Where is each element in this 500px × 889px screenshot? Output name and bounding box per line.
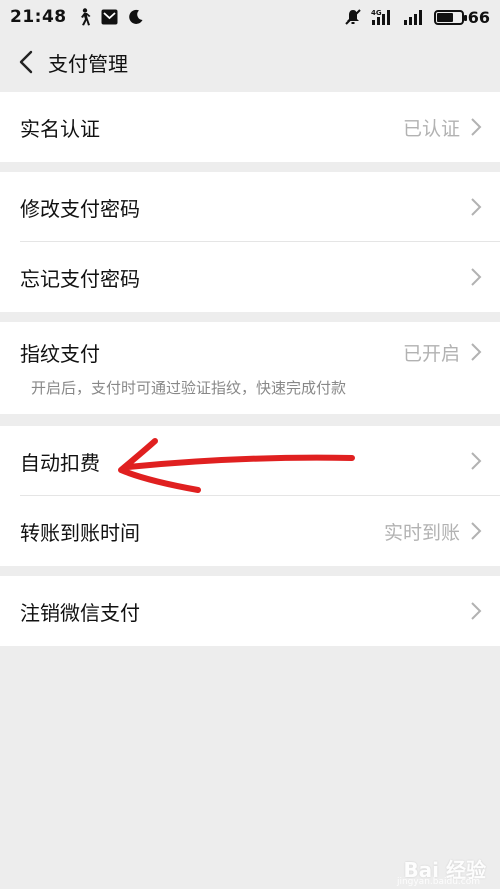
signal-icon (402, 8, 426, 26)
chevron-right-icon (471, 118, 482, 136)
chevron-right-icon (471, 602, 482, 620)
back-button[interactable] (14, 47, 38, 77)
signal-4g-icon: 4G (370, 8, 394, 26)
settings-group-auto: 自动扣费 转账到账时间 实时到账 (0, 426, 500, 566)
chevron-right-icon (471, 343, 482, 361)
status-left: 21:48 (10, 7, 145, 27)
chevron-left-icon (19, 50, 33, 74)
mute-icon (344, 8, 362, 26)
battery-percent: 66 (467, 7, 490, 27)
settings-group-fingerprint: 指纹支付 已开启 开启后，支付时可通过验证指纹，快速完成付款 (0, 322, 500, 414)
row-change-pay-password[interactable]: 修改支付密码 (0, 172, 500, 242)
row-label: 修改支付密码 (20, 196, 140, 221)
settings-group-realname: 实名认证 已认证 (0, 92, 500, 162)
chevron-right-icon (471, 522, 482, 540)
moon-icon (127, 8, 145, 26)
row-fingerprint-pay[interactable]: 指纹支付 已开启 (0, 322, 500, 382)
row-label: 转账到账时间 (20, 520, 140, 545)
row-forgot-pay-password[interactable]: 忘记支付密码 (0, 242, 500, 312)
network-type-label: 4G (371, 9, 382, 17)
settings-group-password: 修改支付密码 忘记支付密码 (0, 172, 500, 312)
row-description: 开启后，支付时可通过验证指纹，快速完成付款 (31, 379, 347, 397)
row-label: 实名认证 (20, 116, 100, 141)
settings-group-cancel: 注销微信支付 (0, 576, 500, 646)
battery-fill (436, 12, 453, 22)
walking-person-icon (75, 8, 93, 26)
mail-icon (101, 8, 119, 26)
row-transfer-arrival-time[interactable]: 转账到账时间 实时到账 (0, 496, 500, 566)
chevron-right-icon (471, 198, 482, 216)
battery-icon (433, 9, 467, 25)
battery-indicator: 66 (433, 7, 490, 27)
nav-bar: 支付管理 (0, 34, 500, 90)
status-time: 21:48 (10, 7, 67, 27)
row-label: 自动扣费 (20, 450, 100, 475)
chevron-right-icon (471, 452, 482, 470)
row-value: 已认证 (402, 117, 460, 140)
row-label: 忘记支付密码 (20, 266, 140, 291)
row-value: 实时到账 (383, 521, 460, 544)
chevron-right-icon (471, 268, 482, 286)
row-auto-deduction[interactable]: 自动扣费 (0, 426, 500, 496)
watermark-subtext: jingyan.baidu.com (396, 877, 480, 887)
page-title: 支付管理 (48, 51, 128, 76)
row-real-name-verification[interactable]: 实名认证 已认证 (0, 92, 500, 162)
row-label: 注销微信支付 (20, 600, 140, 625)
status-right: 4G 66 (344, 8, 490, 27)
row-cancel-wechat-pay[interactable]: 注销微信支付 (0, 576, 500, 646)
status-bar: 21:48 4G 66 (0, 0, 500, 34)
row-value: 已开启 (402, 342, 460, 365)
row-label: 指纹支付 (20, 341, 100, 366)
